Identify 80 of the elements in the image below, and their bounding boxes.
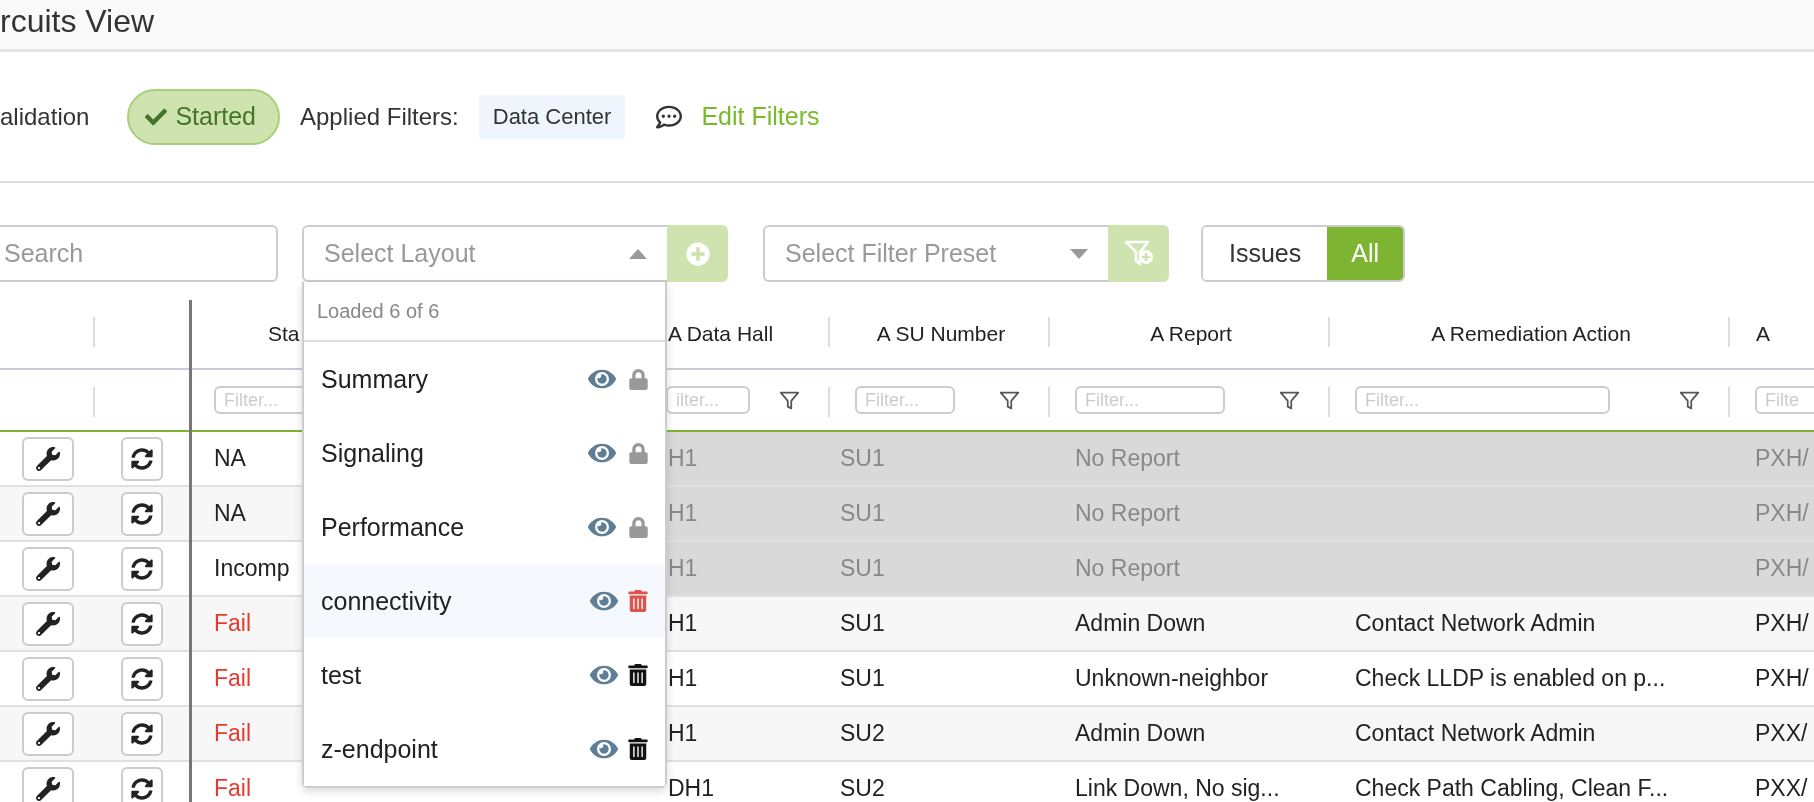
wrench-icon: [35, 666, 60, 691]
validation-label: alidation: [0, 102, 90, 131]
plus-icon: [685, 241, 710, 266]
table-cell: PXH/: [1730, 487, 1814, 542]
refresh-button[interactable]: [121, 491, 163, 536]
refresh-button[interactable]: [121, 711, 163, 756]
table-cell: Admin Down: [1050, 707, 1330, 762]
refresh-icon: [131, 667, 153, 690]
table-cell: PXH/: [1730, 542, 1814, 597]
wrench-icon: [35, 446, 60, 471]
table-cell: SU1: [830, 487, 1050, 542]
filter-chip: Data Center: [478, 94, 626, 139]
wrench-button[interactable]: [21, 711, 74, 756]
caret-icon: [629, 248, 647, 259]
layout-menu-item[interactable]: connectivity: [304, 564, 665, 638]
table-cell: SU2: [830, 707, 1050, 762]
layout-menu-item[interactable]: Signaling: [304, 416, 665, 490]
table-cell: H1: [666, 432, 830, 487]
table-cell: PXH/: [1730, 597, 1814, 652]
filter-icon[interactable]: [1678, 389, 1700, 411]
comment-icon[interactable]: [655, 103, 684, 130]
table-cell: No Report: [1050, 432, 1330, 487]
layout-menu-item[interactable]: z-endpoint: [304, 712, 665, 786]
wrench-button[interactable]: [21, 491, 74, 536]
table-cell: H1: [666, 487, 830, 542]
table-cell: PXX/: [1730, 707, 1814, 762]
column-header[interactable]: A Data Hall: [668, 322, 774, 346]
refresh-button[interactable]: [121, 766, 163, 802]
wrench-icon: [35, 721, 60, 746]
column-header[interactable]: Sta: [268, 322, 300, 346]
column-header[interactable]: A SU Number: [876, 322, 1006, 346]
layout-menu-item[interactable]: Performance: [304, 490, 665, 564]
trash-icon[interactable]: [627, 738, 649, 760]
table-cell: No Report: [1050, 487, 1330, 542]
table-cell: SU1: [830, 432, 1050, 487]
wrench-icon: [35, 556, 60, 581]
wrench-icon: [35, 611, 60, 636]
menu-header: Loaded 6 of 6: [317, 299, 440, 323]
layout-menu-item[interactable]: Summary: [304, 342, 665, 416]
wrench-button[interactable]: [21, 601, 74, 646]
filter-icon[interactable]: [998, 389, 1020, 411]
wrench-button[interactable]: [21, 546, 74, 591]
table-cell: H1: [666, 597, 830, 652]
refresh-icon: [131, 612, 153, 635]
wrench-button[interactable]: [21, 436, 74, 481]
wrench-button[interactable]: [21, 656, 74, 701]
refresh-button[interactable]: [121, 601, 163, 646]
wrench-button[interactable]: [21, 766, 74, 802]
table-cell: Contact Network Admin: [1330, 597, 1730, 652]
filter-icon[interactable]: [778, 389, 800, 411]
page-title: rcuits View: [0, 2, 155, 40]
table-cell: H1: [666, 707, 830, 762]
filter-icon[interactable]: [1278, 389, 1300, 411]
column-header[interactable]: A Remediation Action: [1431, 322, 1631, 346]
table-cell: Admin Down: [1050, 597, 1330, 652]
applied-filters-label: Applied Filters:: [300, 102, 459, 131]
wrench-icon: [35, 501, 60, 526]
status-badge: Started: [127, 88, 280, 145]
refresh-icon: [131, 447, 153, 470]
table-cell: H1: [666, 542, 830, 597]
table-cell: SU1: [830, 542, 1050, 597]
layout-menu-item[interactable]: test: [304, 638, 665, 712]
refresh-icon: [131, 722, 153, 745]
refresh-button[interactable]: [121, 546, 163, 591]
wrench-icon: [35, 776, 60, 801]
column-header[interactable]: A: [1756, 322, 1770, 346]
column-header[interactable]: A Report: [1150, 322, 1232, 346]
refresh-button[interactable]: [121, 436, 163, 481]
refresh-icon: [131, 557, 153, 580]
refresh-icon: [131, 502, 153, 525]
search-field[interactable]: Search: [0, 225, 278, 282]
table-cell: Contact Network Admin: [1330, 707, 1730, 762]
table-cell: PXH/: [1730, 432, 1814, 487]
refresh-button[interactable]: [121, 656, 163, 701]
caret-icon: [1070, 248, 1088, 259]
refresh-icon: [131, 777, 153, 800]
trash-icon[interactable]: [627, 664, 649, 686]
table-cell: SU1: [830, 597, 1050, 652]
layout-name: test: [321, 660, 363, 690]
table-cell: No Report: [1050, 542, 1330, 597]
